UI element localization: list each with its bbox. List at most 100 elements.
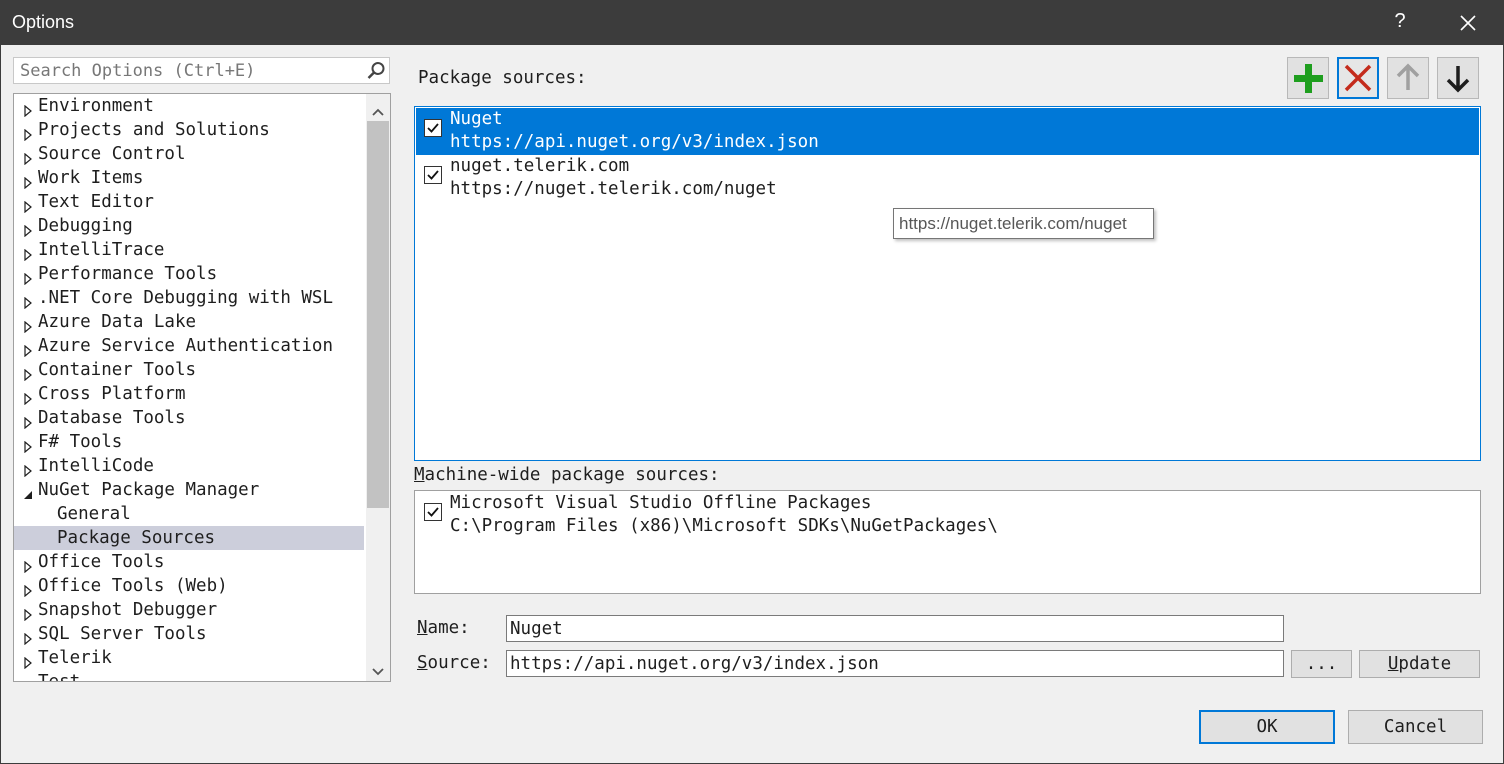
package-sources-list[interactable]: Nuget https://api.nuget.org/v3/index.jso… xyxy=(414,106,1481,461)
update-label-text: pdate xyxy=(1398,654,1452,674)
collapsed-arrow-icon[interactable] xyxy=(22,340,34,358)
machine-wide-label: Machine-wide package sources: xyxy=(414,465,720,485)
tree-item[interactable]: Projects and Solutions xyxy=(14,118,364,142)
expanded-arrow-icon[interactable] xyxy=(22,484,34,499)
tree-item[interactable]: Telerik xyxy=(14,646,364,670)
package-sources-label: Package sources: xyxy=(418,68,587,88)
tree-item[interactable]: IntelliTrace xyxy=(14,238,364,262)
scroll-thumb[interactable] xyxy=(367,121,389,508)
collapsed-arrow-icon[interactable] xyxy=(22,436,34,454)
collapsed-arrow-icon[interactable] xyxy=(22,196,34,214)
add-source-button[interactable] xyxy=(1287,57,1329,99)
search-input[interactable] xyxy=(20,60,360,82)
tree-item[interactable]: Performance Tools xyxy=(14,262,364,286)
collapsed-arrow-icon[interactable] xyxy=(22,244,34,262)
collapsed-arrow-icon[interactable] xyxy=(22,100,34,118)
machine-source-item[interactable]: Microsoft Visual Studio Offline Packages… xyxy=(416,492,1479,539)
collapsed-arrow-icon[interactable] xyxy=(22,220,34,238)
cancel-button[interactable]: Cancel xyxy=(1348,710,1483,744)
name-input[interactable] xyxy=(510,618,1248,639)
collapsed-arrow-icon[interactable] xyxy=(22,556,34,574)
tree-item-label: SQL Server Tools xyxy=(38,624,207,644)
source-field[interactable] xyxy=(506,650,1284,677)
tree-item[interactable]: Work Items xyxy=(14,166,364,190)
update-button[interactable]: Update xyxy=(1359,650,1480,678)
source-checkbox[interactable] xyxy=(424,503,442,521)
tree-item-label: Source Control xyxy=(38,144,186,164)
collapsed-arrow-icon[interactable] xyxy=(22,268,34,286)
source-item-telerik[interactable]: nuget.telerik.com https://nuget.telerik.… xyxy=(416,155,1479,202)
tree-item[interactable]: Package Sources xyxy=(14,526,364,550)
help-button[interactable]: ? xyxy=(1388,10,1412,33)
collapsed-arrow-icon[interactable] xyxy=(22,580,34,598)
tree-item[interactable]: Text Editor xyxy=(14,190,364,214)
tree-item-label: Office Tools xyxy=(38,552,165,572)
ok-button[interactable]: OK xyxy=(1199,710,1335,744)
scroll-down-icon[interactable] xyxy=(372,662,384,676)
tree-item[interactable]: NuGet Package Manager xyxy=(14,478,364,502)
title-bar: Options ? xyxy=(0,0,1504,45)
browse-button[interactable]: ... xyxy=(1291,650,1352,678)
source-item-nuget[interactable]: Nuget https://api.nuget.org/v3/index.jso… xyxy=(416,108,1479,155)
tree-item[interactable]: IntelliCode xyxy=(14,454,364,478)
tree-item-label: Azure Service Authentication xyxy=(38,336,334,356)
tree-item-label: Office Tools (Web) xyxy=(38,576,228,596)
tree-item-label: Text Editor xyxy=(38,192,154,212)
tree-item[interactable]: Office Tools (Web) xyxy=(14,574,364,598)
collapsed-arrow-icon[interactable] xyxy=(22,172,34,190)
scroll-up-icon[interactable] xyxy=(372,102,384,116)
tree-item[interactable]: Azure Service Authentication xyxy=(14,334,364,358)
remove-source-button[interactable] xyxy=(1337,57,1379,99)
tree-item[interactable]: Snapshot Debugger xyxy=(14,598,364,622)
options-tree[interactable]: Environment Projects and Solutions Source … xyxy=(13,93,391,682)
tree-item-label: IntelliTrace xyxy=(38,240,165,260)
collapsed-arrow-icon[interactable] xyxy=(22,124,34,142)
name-label-mnemonic: N xyxy=(417,618,428,638)
tree-item-label: Test xyxy=(38,672,81,682)
tree-item[interactable]: Test xyxy=(14,670,364,682)
tree-item-label: Telerik xyxy=(38,648,112,668)
collapsed-arrow-icon[interactable] xyxy=(22,628,34,646)
collapsed-arrow-icon[interactable] xyxy=(22,364,34,382)
tree-item[interactable]: Cross Platform xyxy=(14,382,364,406)
tree-scrollbar[interactable] xyxy=(366,94,390,681)
source-input[interactable] xyxy=(510,653,1248,674)
collapsed-arrow-icon[interactable] xyxy=(22,148,34,166)
collapsed-arrow-icon[interactable] xyxy=(22,388,34,406)
tree-item[interactable]: SQL Server Tools xyxy=(14,622,364,646)
source-checkbox[interactable] xyxy=(424,166,442,184)
close-icon[interactable] xyxy=(1454,10,1482,36)
collapsed-arrow-icon[interactable] xyxy=(22,652,34,670)
tree-item[interactable]: Source Control xyxy=(14,142,364,166)
tree-item-label: NuGet Package Manager xyxy=(38,480,260,500)
collapsed-arrow-icon[interactable] xyxy=(22,604,34,622)
move-down-button[interactable] xyxy=(1437,57,1479,99)
source-label: Source: xyxy=(417,653,491,673)
tree-item[interactable]: Debugging xyxy=(14,214,364,238)
search-icon[interactable] xyxy=(366,61,386,81)
collapsed-arrow-icon[interactable] xyxy=(22,292,34,310)
move-up-button[interactable] xyxy=(1387,57,1429,99)
tree-item-label: Performance Tools xyxy=(38,264,218,284)
tree-item[interactable]: Container Tools xyxy=(14,358,364,382)
name-field[interactable] xyxy=(506,615,1284,642)
tree-item[interactable]: Office Tools xyxy=(14,550,364,574)
collapsed-arrow-icon[interactable] xyxy=(22,676,34,681)
tree-item[interactable]: Environment xyxy=(14,94,364,118)
tree-item[interactable]: General xyxy=(14,502,364,526)
tree-item[interactable]: F# Tools xyxy=(14,430,364,454)
tree-item[interactable]: Database Tools xyxy=(14,406,364,430)
collapsed-arrow-icon[interactable] xyxy=(22,316,34,334)
source-checkbox[interactable] xyxy=(424,119,442,137)
tree-item-label: Cross Platform xyxy=(38,384,186,404)
machine-wide-label-text: achine-wide package sources: xyxy=(424,465,720,485)
source-name: Microsoft Visual Studio Offline Packages xyxy=(450,493,872,513)
collapsed-arrow-icon[interactable] xyxy=(22,460,34,478)
source-name: nuget.telerik.com xyxy=(450,156,630,176)
tree-item[interactable]: .NET Core Debugging with WSL xyxy=(14,286,364,310)
tree-item-label: Debugging xyxy=(38,216,133,236)
search-box[interactable] xyxy=(13,57,390,84)
collapsed-arrow-icon[interactable] xyxy=(22,412,34,430)
machine-wide-sources-list[interactable]: Microsoft Visual Studio Offline Packages… xyxy=(414,490,1481,594)
tree-item[interactable]: Azure Data Lake xyxy=(14,310,364,334)
